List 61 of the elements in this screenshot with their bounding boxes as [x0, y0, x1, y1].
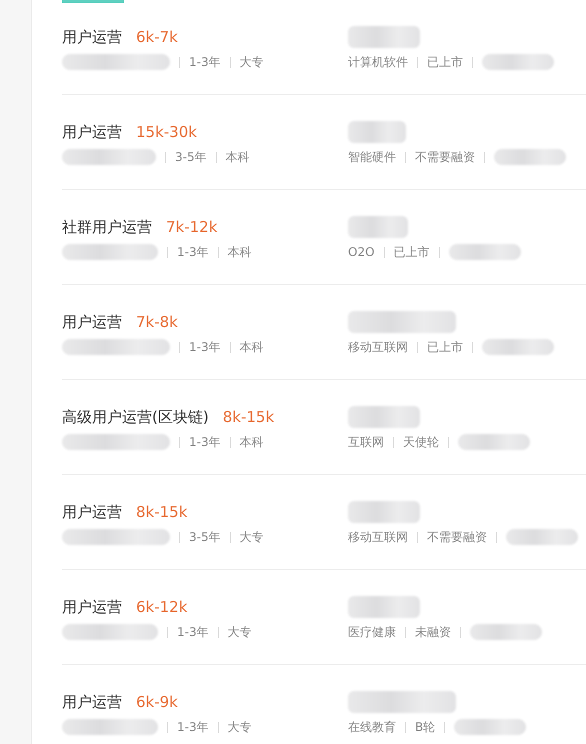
industry-text: 在线教育	[348, 718, 396, 736]
industry-text: 智能硬件	[348, 148, 396, 166]
salary-range: 6k-7k	[136, 28, 178, 46]
industry-text: 医疗健康	[348, 624, 396, 640]
redacted-block	[348, 406, 420, 428]
education-text: 大专	[240, 528, 264, 546]
salary-range: 7k-12k	[166, 218, 218, 236]
salary-range: 8k-15k	[136, 503, 188, 521]
funding-text: B轮	[415, 718, 436, 736]
redacted-block	[470, 624, 542, 640]
job-title[interactable]: 用户运营	[62, 122, 122, 142]
experience-text: 1-3年	[177, 624, 209, 640]
job-title[interactable]: 用户运营	[62, 692, 122, 712]
education-text: 大专	[228, 624, 252, 640]
experience-text: 3-5年	[175, 148, 207, 166]
experience-text: 1-3年	[189, 338, 221, 356]
job-title[interactable]: 社群用户运营	[62, 218, 152, 236]
funding-text: 已上市	[427, 54, 463, 70]
education-text: 本科	[240, 338, 264, 356]
industry-text: 互联网	[348, 434, 384, 450]
funding-text: 不需要融资	[427, 528, 487, 546]
experience-text: 3-5年	[189, 528, 221, 546]
education-text: 本科	[226, 148, 250, 166]
redacted-block	[482, 54, 554, 70]
job-title[interactable]: 用户运营	[62, 598, 122, 616]
job-title[interactable]: 用户运营	[62, 312, 122, 332]
funding-text: 已上市	[394, 244, 430, 260]
funding-text: 不需要融资	[415, 148, 475, 166]
salary-range: 6k-12k	[136, 598, 188, 616]
experience-text: 1-3年	[189, 434, 221, 450]
redacted-block	[348, 121, 406, 143]
job-title[interactable]: 用户运营	[62, 28, 122, 46]
funding-text: 未融资	[415, 624, 451, 640]
redacted-block	[348, 501, 420, 523]
industry-text: 计算机软件	[348, 54, 408, 70]
education-text: 本科	[228, 244, 252, 260]
salary-range: 6k-9k	[136, 693, 178, 711]
active-tab-underline	[62, 0, 124, 3]
redacted-block	[458, 434, 530, 450]
experience-text: 1-3年	[177, 244, 209, 260]
redacted-block	[348, 26, 420, 48]
redacted-block	[348, 596, 420, 618]
job-title[interactable]: 用户运营	[62, 502, 122, 522]
redacted-block	[482, 339, 554, 355]
job-title[interactable]: 高级用户运营(区块链)	[62, 408, 209, 426]
education-text: 大专	[228, 718, 252, 736]
experience-text: 1-3年	[177, 718, 209, 736]
funding-text: 已上市	[427, 338, 463, 356]
redacted-block	[494, 149, 566, 165]
industry-text: O2O	[348, 245, 375, 259]
redacted-block	[348, 216, 408, 238]
education-text: 本科	[240, 434, 264, 450]
industry-text: 移动互联网	[348, 528, 408, 546]
funding-text: 天使轮	[403, 434, 439, 450]
redacted-block	[506, 529, 578, 545]
salary-range: 8k-15k	[222, 408, 274, 426]
salary-range: 15k-30k	[136, 123, 197, 141]
salary-range: 7k-8k	[136, 313, 178, 331]
experience-text: 1-3年	[189, 54, 221, 70]
industry-text: 移动互联网	[348, 338, 408, 356]
education-text: 大专	[240, 54, 264, 70]
